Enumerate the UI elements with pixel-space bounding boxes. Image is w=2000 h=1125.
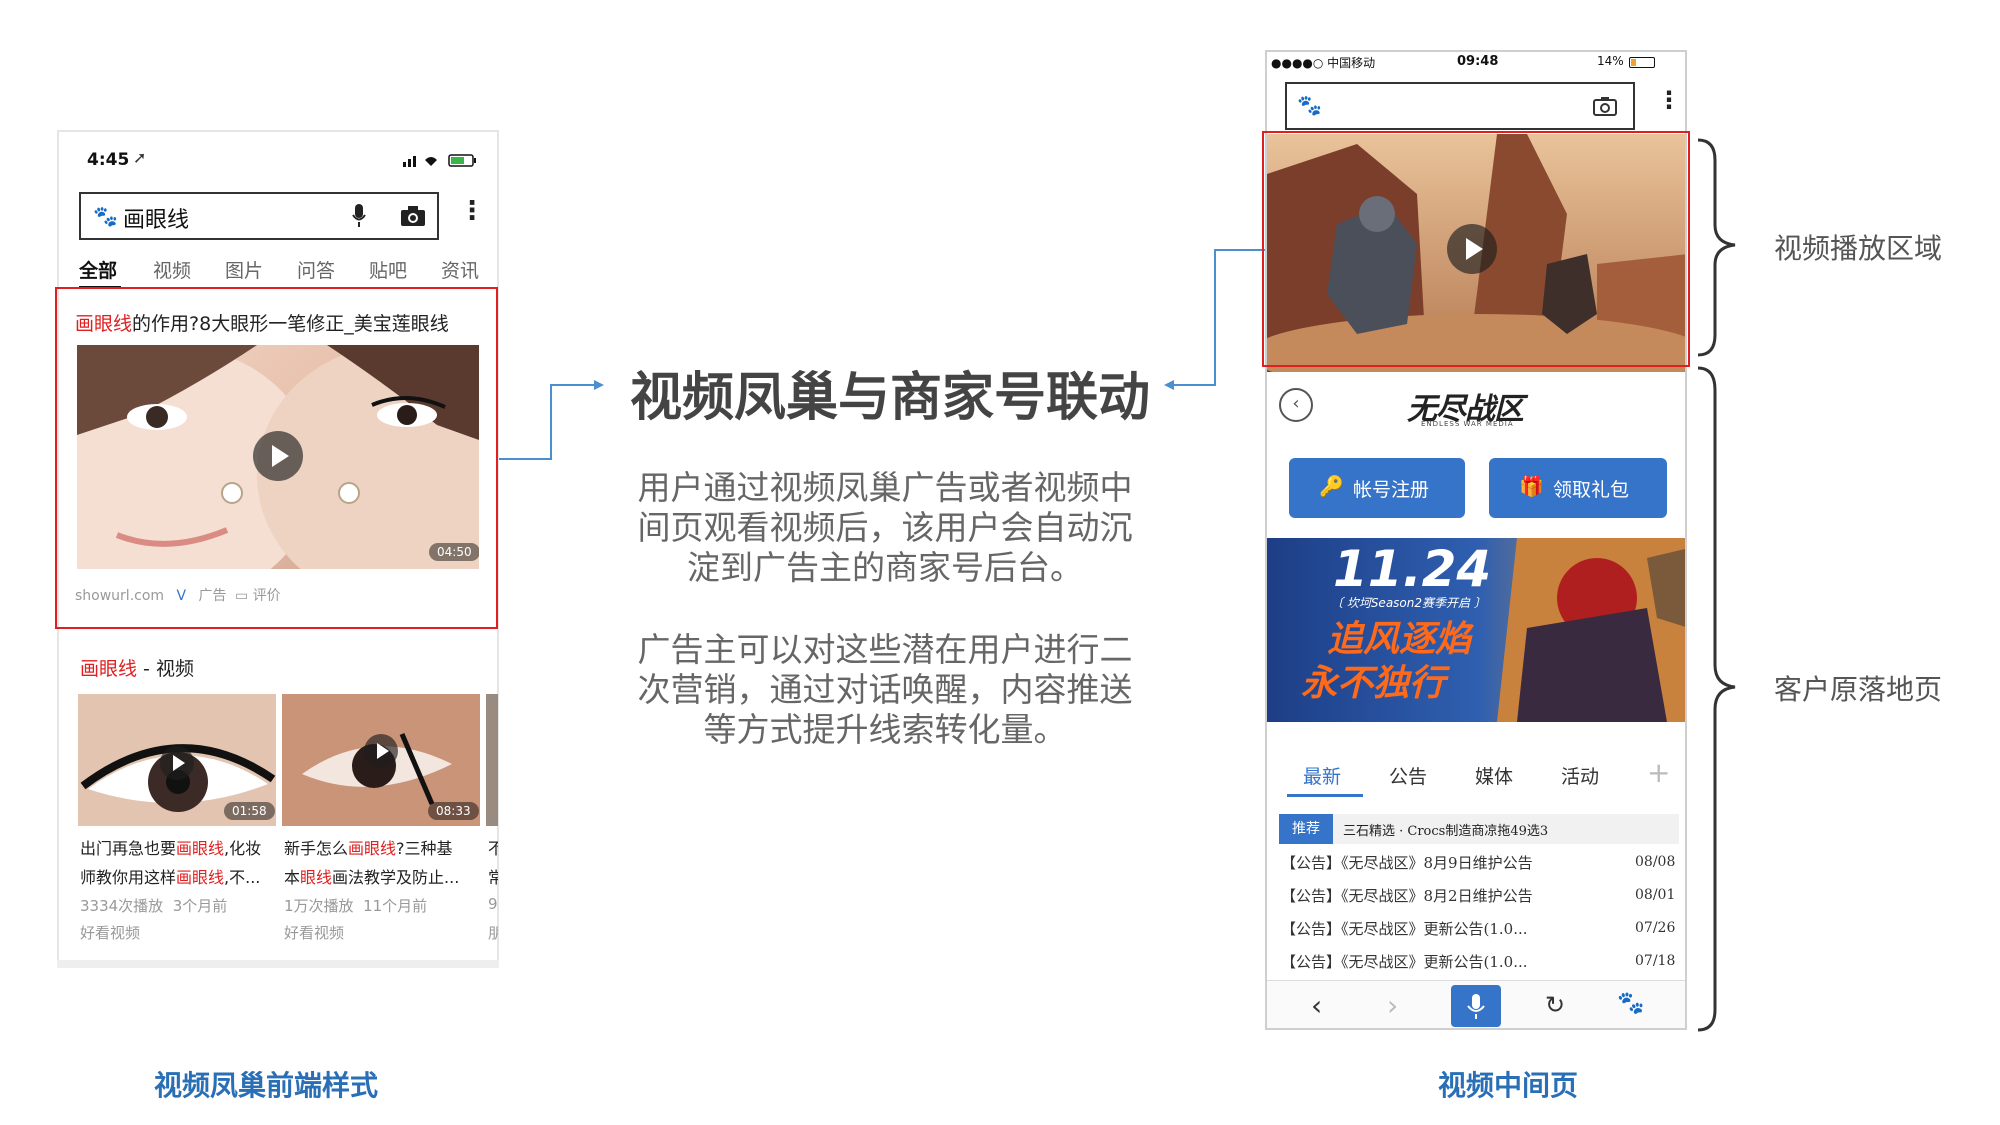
news-date-4: 07/18 — [1635, 953, 1676, 969]
battery-icon — [1629, 57, 1655, 68]
browser-address-bar[interactable]: 🐾 — [1285, 82, 1635, 130]
center-paragraph-2: 广告主可以对这些潜在用户进行二 次营销，通过对话唤醒，内容推送 等方式提升线索转… — [620, 630, 1150, 750]
microphone-icon — [1467, 994, 1485, 1019]
back-arrow-icon[interactable]: ‹ — [1311, 989, 1322, 1022]
video-area-highlight — [1262, 131, 1690, 367]
add-tab-icon[interactable]: + — [1647, 756, 1670, 789]
banner-subtitle: 〔 坎坷Season2赛季开启 〕 — [1331, 596, 1486, 610]
browser-toolbar: ‹ › ↻ 🐾 — [1267, 980, 1685, 1028]
voice-search-button[interactable] — [1451, 985, 1501, 1027]
register-label: 帐号注册 — [1353, 479, 1430, 501]
promo-banner[interactable]: 11.24 〔 坎坷Season2赛季开启 〕 追风逐焰 永不独行 — [1267, 538, 1685, 722]
news-date-3: 07/26 — [1635, 920, 1676, 936]
para-line: 广告主可以对这些潜在用户进行二 — [637, 630, 1133, 669]
recommend-badge: 推荐 — [1279, 814, 1333, 844]
baidu-home-icon[interactable]: 🐾 — [1617, 991, 1644, 1016]
para-line: 间页观看视频后，该用户会自动沉 — [637, 508, 1133, 547]
refresh-icon[interactable]: ↻ — [1545, 991, 1565, 1019]
para-line: 淀到广告主的商家号后台。 — [687, 548, 1083, 587]
news-item-3[interactable]: 【公告】《无尽战区》更新公告(1.0... — [1281, 918, 1528, 939]
center-paragraph-1: 用户通过视频凤巢广告或者视频中 间页观看视频后，该用户会自动沉 淀到广告主的商家… — [620, 468, 1150, 588]
banner-date: 11.24 — [1333, 540, 1492, 598]
carrier-status: ●●●●○ 中国移动 — [1271, 56, 1376, 70]
game-logo-sub: ENDLESS WAR MEDIA — [1421, 420, 1514, 428]
landing-page-label: 客户原落地页 — [1774, 673, 1943, 706]
status-time: 09:48 — [1457, 54, 1499, 69]
tab-latest[interactable]: 最新 — [1303, 762, 1341, 789]
gift-icon: 🎁 — [1519, 474, 1544, 498]
news-item-2[interactable]: 【公告】《无尽战区》8月2日维护公告 — [1281, 885, 1533, 906]
left-caption: 视频凤巢前端样式 — [154, 1069, 379, 1102]
battery-text: 14% — [1597, 54, 1624, 68]
tab-media[interactable]: 媒体 — [1475, 762, 1513, 789]
news-tabs: 最新 公告 媒体 活动 + — [1267, 752, 1685, 802]
banner-line-2: 永不独行 — [1301, 663, 1446, 704]
para-line: 等方式提升线索转化量。 — [703, 710, 1067, 749]
para-line: 次营销，通过对话唤醒，内容推送 — [637, 670, 1133, 709]
news-date-1: 08/08 — [1635, 854, 1676, 870]
recommend-row[interactable]: 推荐 三石精选 · Crocs制造商凉拖49选3 — [1279, 814, 1679, 844]
claim-gift-button[interactable]: 🎁 领取礼包 — [1489, 458, 1667, 518]
active-tab-underline — [1287, 794, 1363, 797]
back-circle-icon[interactable]: ‹ — [1279, 388, 1313, 422]
camera-icon[interactable] — [1593, 96, 1617, 120]
tab-events[interactable]: 活动 — [1561, 762, 1599, 789]
para-line: 用户通过视频凤巢广告或者视频中 — [637, 468, 1133, 507]
register-account-button[interactable]: 🔑 帐号注册 — [1289, 458, 1465, 518]
right-caption: 视频中间页 — [1438, 1069, 1579, 1102]
baidu-paw-icon: 🐾 — [1297, 93, 1322, 117]
key-icon: 🔑 — [1319, 474, 1344, 498]
gift-label: 领取礼包 — [1553, 479, 1630, 501]
forward-arrow-icon[interactable]: › — [1387, 989, 1398, 1022]
video-area-label: 视频播放区域 — [1774, 232, 1943, 265]
recommend-text: 三石精选 · Crocs制造商凉拖49选3 — [1343, 824, 1549, 839]
center-title: 视频凤巢与商家号联动 — [630, 368, 1151, 428]
news-date-2: 08/01 — [1635, 887, 1676, 903]
more-vertical-icon[interactable]: ⋮ — [1657, 86, 1681, 114]
news-item-1[interactable]: 【公告】《无尽战区》8月9日维护公告 — [1281, 852, 1533, 873]
news-item-4[interactable]: 【公告】《无尽战区》更新公告(1.0... — [1281, 951, 1528, 972]
tab-announcement[interactable]: 公告 — [1389, 762, 1427, 789]
